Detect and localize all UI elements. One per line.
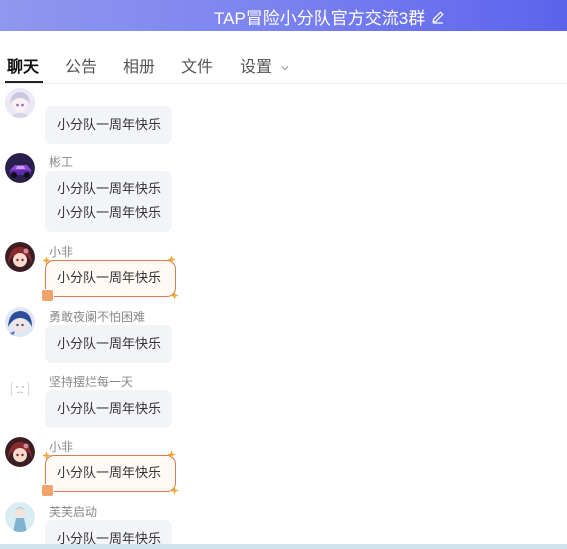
sketch-avatar[interactable]	[5, 374, 35, 404]
input-area-edge	[0, 544, 567, 549]
message-bubble[interactable]: 小分队一周年快乐	[45, 520, 172, 544]
message-text: 小分队一周年快乐	[57, 336, 162, 351]
star-decoration-icon	[42, 256, 51, 265]
anime-girl-avatar[interactable]	[5, 88, 35, 118]
red-hair-girl-avatar[interactable]	[5, 242, 35, 272]
race-car-avatar[interactable]	[5, 153, 35, 183]
edit-pencil-icon[interactable]	[431, 10, 445, 24]
star-decoration-icon	[42, 451, 51, 460]
chevron-down-icon	[282, 65, 289, 71]
sender-name: 小非	[49, 440, 74, 454]
sender-name: 勇敢夜阑不怕困难	[49, 310, 146, 324]
blue-dress-avatar[interactable]	[5, 502, 35, 532]
message-text: 小分队一周年快乐	[57, 181, 162, 196]
group-title[interactable]: TAP冒险小分队官方交流3群	[214, 4, 425, 29]
group-title-wrap[interactable]: TAP冒险小分队官方交流3群	[214, 4, 445, 29]
tab-settings[interactable]: 设置	[240, 53, 290, 77]
star-decoration-icon	[170, 291, 179, 300]
tab-announcements[interactable]: 公告	[65, 53, 97, 77]
message-bubble[interactable]: 小分队一周年快乐	[45, 390, 172, 428]
sender-name: 芙芙启动	[49, 505, 98, 519]
message-text: 小分队一周年快乐	[57, 465, 162, 480]
decorated-message-bubble[interactable]: 小分队一周年快乐	[41, 450, 179, 497]
group-header: TAP冒险小分队官方交流3群	[0, 0, 567, 31]
sender-name: 小非	[49, 245, 74, 259]
blue-hair-avatar[interactable]	[5, 307, 35, 337]
star-decoration-icon	[170, 486, 179, 495]
tab-settings-label: 设置	[240, 59, 273, 76]
tab-bar: 聊天 公告 相册 文件 设置	[0, 45, 567, 84]
sender-name: 坚持摆烂每一天	[49, 375, 134, 389]
tab-files[interactable]: 文件	[181, 53, 213, 77]
message-text: 小分队一周年快乐	[57, 270, 162, 285]
decorated-message-bubble[interactable]: 小分队一周年快乐	[41, 255, 179, 302]
message-text: 小分队一周年快乐	[57, 531, 162, 544]
red-hair-girl-avatar[interactable]	[5, 437, 35, 467]
tab-album[interactable]: 相册	[123, 53, 155, 77]
sender-name: 彬工	[49, 155, 74, 169]
star-decoration-icon	[167, 255, 176, 264]
message-bubble[interactable]: 小分队一周年快乐	[45, 325, 172, 363]
message-text: 小分队一周年快乐	[57, 117, 162, 132]
message-text: 小分队一周年快乐	[57, 205, 162, 220]
bubble-badge-icon	[41, 289, 54, 302]
message-text: 小分队一周年快乐	[57, 401, 162, 416]
message-bubble[interactable]: 小分队一周年快乐	[45, 106, 172, 144]
chat-message-list[interactable]: 小分队一周年快乐 彬工 小分队一周年快乐 小分队一周年快乐 小非 小分队一周年快…	[0, 85, 567, 544]
bubble-badge-icon	[41, 484, 54, 497]
message-bubble[interactable]: 小分队一周年快乐 小分队一周年快乐	[45, 171, 172, 232]
tab-chat[interactable]: 聊天	[4, 53, 44, 83]
star-decoration-icon	[167, 450, 176, 459]
